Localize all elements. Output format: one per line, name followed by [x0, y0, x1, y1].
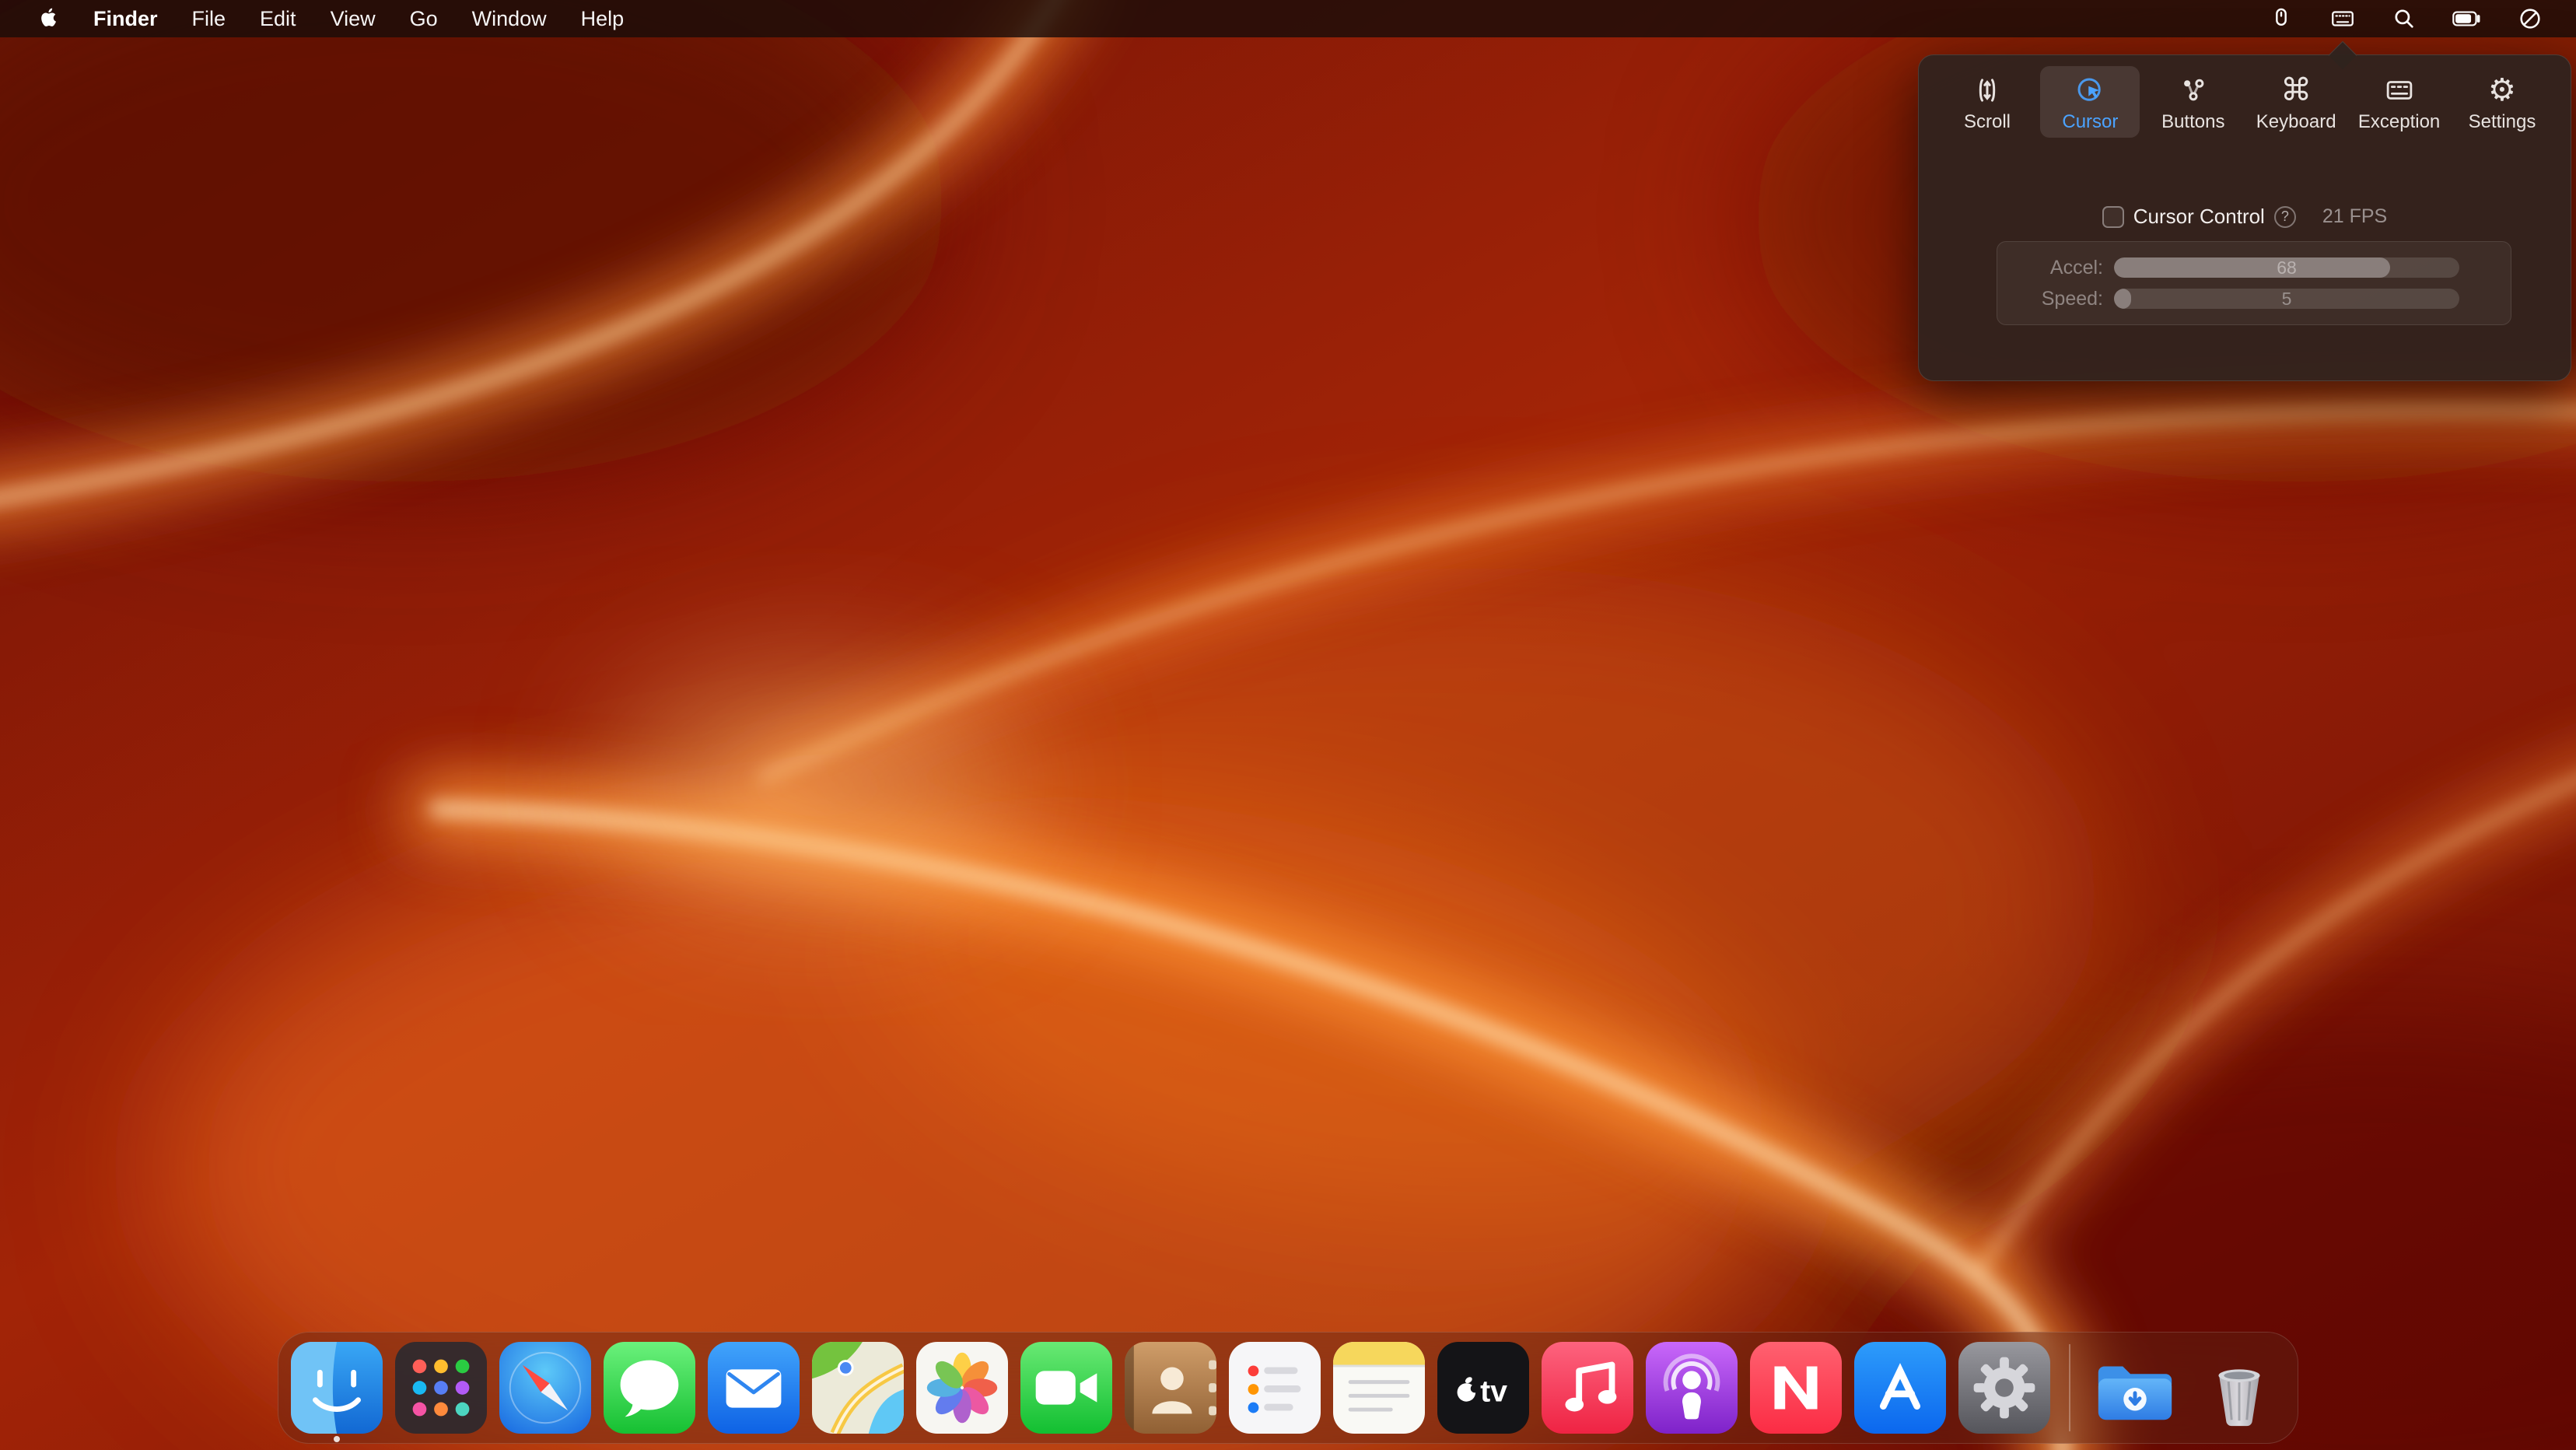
dock-item-safari[interactable]: [499, 1342, 591, 1434]
cursor-control-checkbox[interactable]: [2102, 206, 2124, 228]
app-store-icon: [1854, 1342, 1946, 1434]
podcasts-icon: [1646, 1342, 1738, 1434]
reminders-icon: [1229, 1342, 1321, 1434]
circle-slash-icon[interactable]: [2517, 5, 2543, 32]
tab-buttons-label: Buttons: [2161, 111, 2224, 133]
dock-item-finder[interactable]: [291, 1342, 383, 1434]
maps-icon: [812, 1342, 904, 1434]
tab-buttons[interactable]: Buttons: [2144, 66, 2243, 138]
apple-menu[interactable]: [22, 5, 76, 33]
battery-icon[interactable]: [2452, 6, 2483, 31]
contacts-icon: [1125, 1342, 1216, 1434]
fps-readout: 21 FPS: [2322, 205, 2387, 228]
tab-keyboard-label: Keyboard: [2256, 111, 2336, 133]
apple-tv-icon: tv: [1437, 1342, 1529, 1434]
dock-item-downloads[interactable]: [2089, 1342, 2181, 1434]
menu-go[interactable]: Go: [393, 7, 455, 31]
tab-cursor[interactable]: Cursor: [2040, 66, 2140, 138]
news-icon: [1750, 1342, 1842, 1434]
menu-help[interactable]: Help: [564, 7, 642, 31]
menu-bar: Finder File Edit View Go Window Help: [0, 0, 2576, 37]
dock-item-system-settings[interactable]: [1958, 1342, 2050, 1434]
facetime-icon: [1020, 1342, 1112, 1434]
notes-icon: [1333, 1342, 1425, 1434]
messages-icon: [604, 1342, 695, 1434]
dock-item-maps[interactable]: [812, 1342, 904, 1434]
active-app-name[interactable]: Finder: [76, 7, 175, 31]
cursor-icon: [2074, 72, 2106, 108]
dock-item-messages[interactable]: [604, 1342, 695, 1434]
mail-icon: [708, 1342, 800, 1434]
mouse-icon[interactable]: [2268, 5, 2294, 32]
tab-scroll[interactable]: Scroll: [1937, 66, 2037, 138]
launchpad-icon: [395, 1342, 487, 1434]
svg-text:tv: tv: [1480, 1375, 1507, 1409]
tab-exception[interactable]: Exception: [2350, 66, 2449, 138]
tab-scroll-label: Scroll: [1964, 111, 2011, 133]
dock-item-notes[interactable]: [1333, 1342, 1425, 1434]
menu-edit[interactable]: Edit: [243, 7, 313, 31]
tab-cursor-label: Cursor: [2062, 111, 2118, 133]
dock-item-tv[interactable]: tv: [1437, 1342, 1529, 1434]
accel-slider[interactable]: 68: [2114, 257, 2459, 278]
dock-item-music[interactable]: [1542, 1342, 1633, 1434]
cursor-control-label: Cursor Control: [2133, 205, 2265, 229]
keyboard-icon[interactable]: [2329, 5, 2357, 32]
menu-window[interactable]: Window: [455, 7, 564, 31]
safari-icon: [499, 1342, 591, 1434]
dock-item-mail[interactable]: [708, 1342, 800, 1434]
speed-label: Speed:: [1997, 288, 2114, 310]
dock-item-podcasts[interactable]: [1646, 1342, 1738, 1434]
dock-item-trash[interactable]: [2193, 1342, 2285, 1434]
dock-item-launchpad[interactable]: [395, 1342, 487, 1434]
dock-item-facetime[interactable]: [1020, 1342, 1112, 1434]
cursor-settings-groupbox: Accel: 68 Speed: 5: [1997, 241, 2511, 325]
buttons-icon: [2177, 72, 2210, 108]
apple-logo-icon: [37, 5, 61, 33]
finder-running-indicator: [334, 1436, 340, 1442]
command-icon: ⌘: [2280, 72, 2312, 108]
exception-icon: [2383, 72, 2416, 108]
dock-item-news[interactable]: [1750, 1342, 1842, 1434]
tab-settings-label: Settings: [2469, 111, 2536, 133]
menu-file[interactable]: File: [175, 7, 243, 31]
photos-icon: [916, 1342, 1008, 1434]
cursor-control-row: Cursor Control ? 21 FPS: [1919, 205, 2571, 229]
scroll-icon: [1971, 72, 2004, 108]
gear-icon: ⚙: [2488, 72, 2516, 108]
dock-item-app-store[interactable]: [1854, 1342, 1946, 1434]
music-icon: [1542, 1342, 1633, 1434]
help-icon[interactable]: ?: [2274, 206, 2296, 228]
mouse-utility-popover: Scroll Cursor: [1918, 54, 2571, 381]
downloads-folder-icon: [2089, 1342, 2181, 1434]
dock-separator: [2069, 1344, 2070, 1431]
dock-item-contacts[interactable]: [1125, 1342, 1216, 1434]
tab-settings[interactable]: ⚙ Settings: [2452, 66, 2552, 138]
system-settings-icon: [1958, 1342, 2050, 1434]
speed-value: 5: [2114, 289, 2459, 309]
dock: tv: [278, 1332, 2298, 1444]
dock-item-reminders[interactable]: [1229, 1342, 1321, 1434]
dock-item-photos[interactable]: [916, 1342, 1008, 1434]
menu-view[interactable]: View: [313, 7, 393, 31]
accel-label: Accel:: [1997, 257, 2114, 279]
finder-icon: [291, 1342, 383, 1434]
spotlight-search-icon[interactable]: [2391, 5, 2417, 32]
speed-slider[interactable]: 5: [2114, 289, 2459, 309]
accel-value: 68: [2114, 257, 2459, 278]
tab-exception-label: Exception: [2358, 111, 2440, 133]
speed-row: Speed: 5: [1997, 283, 2511, 314]
popover-tab-bar: Scroll Cursor: [1919, 55, 2571, 138]
tab-keyboard[interactable]: ⌘ Keyboard: [2246, 66, 2346, 138]
trash-icon: [2193, 1342, 2285, 1434]
accel-row: Accel: 68: [1997, 252, 2511, 283]
